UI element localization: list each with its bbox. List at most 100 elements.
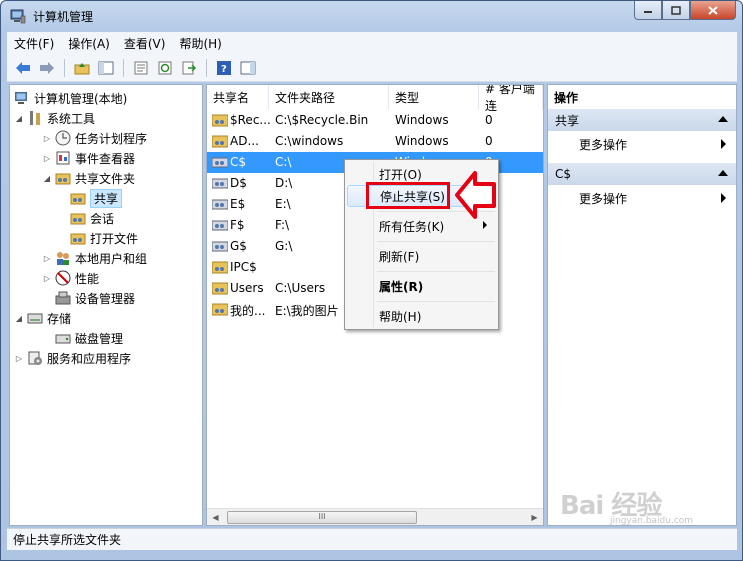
storage-icon — [27, 313, 43, 324]
scroll-thumb[interactable]: III — [227, 511, 417, 524]
tree-label: 服务和应用程序 — [47, 351, 132, 366]
computer-management-icon — [15, 92, 27, 104]
scroll-left-button[interactable]: ◀ — [207, 509, 224, 525]
menu-separator — [377, 241, 495, 242]
expand-icon[interactable]: ▷ — [14, 354, 24, 363]
drive-share-icon — [212, 241, 228, 252]
toolbar-separator — [64, 58, 65, 77]
tree-node-shares[interactable]: 共享 — [70, 188, 123, 208]
table-row[interactable]: AD... C:\windows Windows 0 — [207, 131, 543, 152]
drive-share-icon — [212, 220, 228, 231]
title-bar[interactable]: 计算机管理 — [1, 1, 742, 31]
tree-node-system-tools[interactable]: ◢ 系统工具 — [14, 108, 95, 128]
back-button[interactable] — [13, 58, 33, 78]
expand-icon[interactable]: ▷ — [42, 274, 52, 283]
horizontal-scrollbar[interactable]: ◀ III ▶ — [207, 508, 543, 525]
refresh-button[interactable] — [155, 58, 175, 78]
tree-label: 设备管理器 — [75, 291, 136, 306]
menu-help[interactable]: 帮助(H) — [172, 35, 228, 52]
menu-item-properties[interactable]: 属性(R) — [347, 275, 496, 297]
column-header-type[interactable]: 类型 — [389, 85, 479, 109]
folder-path: C:\$Recycle.Bin — [275, 113, 369, 127]
shared-folder-icon — [70, 233, 86, 245]
annotation-highlight-box — [366, 182, 450, 209]
shared-folder-icon — [212, 303, 228, 316]
actions-section-c[interactable]: C$ — [548, 163, 736, 185]
table-row[interactable]: $Rec... C:\$Recycle.Bin Windows 0 — [207, 110, 543, 131]
more-actions-shares[interactable]: 更多操作 — [548, 133, 736, 155]
folder-path: E:\ — [275, 197, 291, 211]
tree-node-event-viewer[interactable]: ▷ 事件查看器 — [42, 148, 135, 168]
computer-management-icon — [10, 9, 26, 24]
actions-header: 操作 — [554, 90, 579, 105]
console-tree-icon — [98, 61, 114, 74]
column-header-folder-path[interactable]: 文件夹路径 — [269, 85, 389, 109]
share-name: C$ — [230, 155, 247, 169]
share-name: AD... — [230, 134, 259, 148]
forward-arrow-icon — [40, 61, 54, 74]
tree-node-open-files[interactable]: 打开文件 — [70, 228, 138, 248]
tree-label: 存储 — [47, 311, 72, 326]
maximize-button[interactable] — [662, 1, 690, 20]
expand-icon[interactable]: ▷ — [42, 134, 52, 143]
users-icon — [57, 252, 69, 265]
shared-folder-icon — [212, 135, 228, 148]
menu-view[interactable]: 查看(V) — [117, 35, 173, 52]
more-actions-label: 更多操作 — [579, 137, 628, 152]
tree-node-local-users[interactable]: ▷ 本地用户和组 — [42, 248, 147, 268]
tree-node-performance[interactable]: ▷ 性能 — [42, 268, 99, 288]
tree-node-sessions[interactable]: 会话 — [70, 208, 114, 228]
collapse-icon[interactable]: ◢ — [14, 114, 24, 123]
shared-folder-icon — [212, 261, 228, 274]
close-button[interactable] — [690, 1, 736, 20]
tree-node-shared-folders[interactable]: ◢ 共享文件夹 — [42, 168, 135, 188]
collapse-icon[interactable]: ◢ — [14, 314, 24, 323]
folder-up-icon — [74, 62, 90, 74]
forward-button[interactable] — [37, 58, 57, 78]
toolbar-separator — [123, 58, 124, 77]
tree-node-task-scheduler[interactable]: ▷ 任务计划程序 — [42, 128, 147, 148]
menu-action[interactable]: 操作(A) — [61, 35, 117, 52]
properties-button[interactable] — [131, 58, 151, 78]
help-button[interactable]: ? — [214, 58, 234, 78]
share-name: G$ — [230, 239, 247, 253]
up-level-button[interactable] — [72, 58, 92, 78]
more-actions-c[interactable]: 更多操作 — [548, 187, 736, 209]
folder-path: D:\ — [275, 176, 293, 190]
tree-node-root[interactable]: 计算机管理(本地) — [14, 88, 127, 108]
tree-node-services-apps[interactable]: ▷ 服务和应用程序 — [14, 348, 131, 368]
folder-path: C:\ — [275, 155, 292, 169]
tree-label: 共享文件夹 — [75, 171, 136, 186]
tree-node-device-manager[interactable]: 设备管理器 — [55, 288, 135, 308]
performance-icon — [55, 270, 71, 286]
tree-label: 系统工具 — [47, 111, 96, 126]
export-list-button[interactable] — [179, 58, 199, 78]
shared-folder-icon — [55, 173, 71, 185]
folder-path: G:\ — [275, 239, 293, 253]
show-hide-tree-button[interactable] — [96, 58, 116, 78]
disk-icon — [55, 334, 71, 344]
client-count: 0 — [485, 113, 493, 127]
collapse-up-icon[interactable] — [718, 116, 728, 122]
actions-section-shares[interactable]: 共享 — [548, 109, 736, 131]
expand-icon[interactable]: ▷ — [42, 254, 52, 263]
scroll-right-button[interactable]: ▶ — [526, 509, 543, 525]
tree-node-disk-management[interactable]: 磁盘管理 — [55, 328, 123, 348]
show-hide-action-pane-button[interactable] — [238, 58, 258, 78]
column-header-clients[interactable]: # 客户端连 — [479, 85, 543, 113]
client-count: 0 — [485, 134, 493, 148]
menu-item-refresh[interactable]: 刷新(F) — [347, 245, 496, 267]
folder-path: E:\我的图片 — [275, 304, 339, 318]
tree-label: 打开文件 — [90, 231, 139, 246]
collapse-up-icon[interactable] — [718, 170, 728, 176]
tree-node-storage[interactable]: ◢ 存储 — [14, 308, 71, 328]
menu-item-help[interactable]: 帮助(H) — [347, 305, 496, 327]
share-name: IPC$ — [230, 260, 257, 274]
drive-share-icon — [212, 178, 228, 189]
column-header-share-name[interactable]: 共享名 — [207, 85, 269, 109]
expand-icon[interactable]: ▷ — [42, 154, 52, 163]
minimize-button[interactable] — [634, 1, 662, 20]
shared-folder-icon — [212, 114, 228, 127]
menu-file[interactable]: 文件(F) — [7, 35, 61, 52]
collapse-icon[interactable]: ◢ — [42, 174, 52, 183]
